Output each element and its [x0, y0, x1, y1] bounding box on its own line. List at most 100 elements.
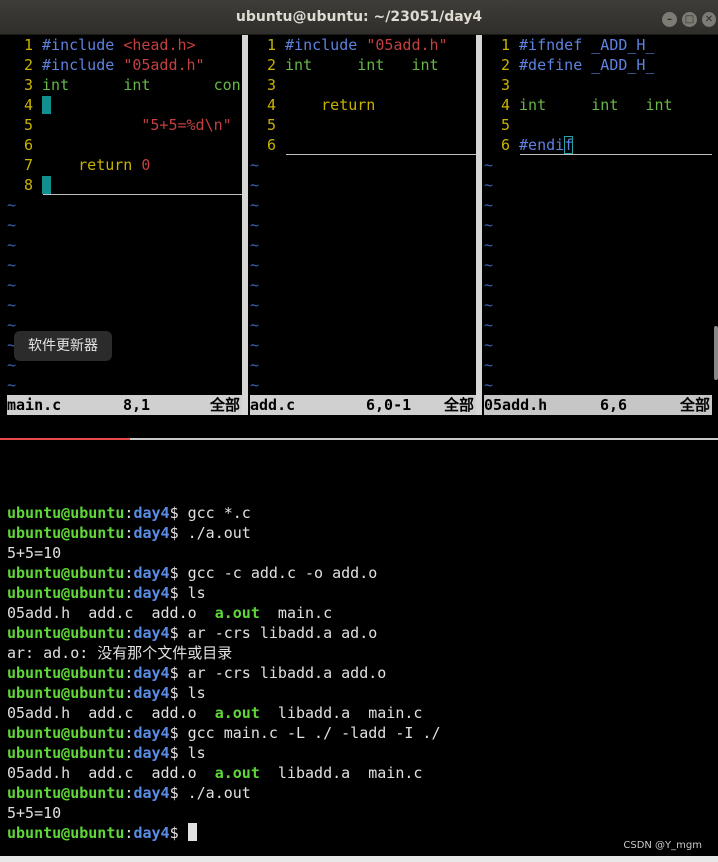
code-token: { — [42, 96, 52, 114]
vim-pane-05add-h[interactable]: 1 #ifndef _ADD_H_ 2 #define _ADD_H_ 3 4 in… — [484, 35, 712, 395]
prompt-symbol: $ — [169, 744, 188, 762]
line-number: 6 — [23, 136, 33, 154]
prompt-path: day4 — [133, 504, 170, 522]
code-line: 1 #include "05add.h" — [250, 35, 476, 55]
status-scope: 全部 — [443, 396, 474, 414]
code-token: return — [321, 96, 376, 114]
empty-line-tilde: ~ — [484, 216, 494, 234]
window-title: ubuntu@ubuntu: ~/23051/day4 — [235, 9, 483, 25]
code-token: "05add.h" — [366, 36, 448, 54]
status-filename: add.c — [250, 396, 296, 414]
empty-line-tilde: ~ — [7, 256, 17, 274]
terminal-command-line: ubuntu@ubuntu:day4$ ./a.out — [7, 523, 717, 543]
executable-file: a.out — [214, 704, 260, 722]
code-token: n); — [672, 96, 709, 114]
command-text: ar -crs libadd.a ad.o — [187, 624, 378, 642]
empty-line-tilde: ~ — [7, 376, 17, 394]
code-line: 1 #ifndef _ADD_H_ — [484, 35, 712, 55]
terminal-output-line: 5+5=10 — [7, 803, 717, 823]
line-number: 4 — [23, 96, 33, 114]
code-token: int — [357, 56, 385, 74]
code-token: f — [564, 136, 574, 154]
code-line: 4 int add(int m,int n); — [484, 95, 712, 115]
command-text: ls — [187, 684, 206, 702]
close-button[interactable]: ✕ — [702, 12, 716, 27]
status-line-05add-h: 05add.h 6,6 全部 — [484, 395, 712, 415]
terminal-output-line: 05add.h add.c add.o a.out main.c — [7, 603, 717, 623]
code-token: "05add.h" — [123, 56, 205, 74]
empty-line-tilde: ~ — [250, 316, 260, 334]
gutter-space — [33, 36, 42, 54]
vertical-split-separator[interactable] — [242, 35, 248, 415]
line-number: 2 — [266, 56, 276, 74]
code-token: add( — [546, 96, 592, 114]
prompt-symbol: $ — [169, 624, 188, 642]
code-line: 2 #define _ADD_H_ — [484, 55, 712, 75]
prompt-user: ubuntu@ubuntu — [7, 744, 125, 762]
output-text: 05add.h add.c add.o — [7, 704, 215, 722]
pane-divider[interactable] — [0, 438, 718, 440]
executable-file: a.out — [214, 604, 260, 622]
code-line: 4 return m+n; — [250, 95, 476, 115]
prompt-symbol: $ — [169, 724, 188, 742]
terminal-cursor[interactable] — [187, 823, 197, 841]
command-text: ./a.out — [187, 784, 251, 802]
code-token: int — [42, 76, 70, 94]
terminal-command-line: ubuntu@ubuntu:day4$ ls — [7, 743, 717, 763]
prompt-path: day4 — [133, 744, 170, 762]
prompt-symbol: $ — [169, 784, 188, 802]
code-line: 3 — [484, 75, 712, 95]
terminal-output-line: 5+5=10 — [7, 543, 717, 563]
code-token: int — [519, 96, 547, 114]
code-token: #include — [42, 56, 124, 74]
empty-line-tilde: ~ — [250, 356, 260, 374]
terminal-command-line: ubuntu@ubuntu:day4$ gcc *.c — [7, 503, 717, 523]
minimize-button[interactable]: – — [662, 12, 677, 27]
code-line: 4 { — [7, 95, 242, 115]
output-text: 5+5=10 — [7, 804, 62, 822]
code-token: m+n; — [375, 96, 421, 114]
empty-line-tilde: ~ — [250, 216, 260, 234]
terminal-command-line: ubuntu@ubuntu:day4$ gcc main.c -L ./ -la… — [7, 723, 717, 743]
code-token: #endi — [519, 136, 565, 154]
command-text: ./a.out — [187, 524, 251, 542]
gutter-space — [33, 136, 42, 154]
code-token: int — [123, 76, 151, 94]
terminal-command-line: ubuntu@ubuntu:day4$ ar -crs libadd.a ad.… — [7, 623, 717, 643]
vim-pane-add-c[interactable]: 1 #include "05add.h" 2 int add(int m,int … — [250, 35, 476, 395]
prompt-user: ubuntu@ubuntu — [7, 724, 125, 742]
scrollbar[interactable] — [714, 326, 718, 380]
terminal-command-line: ubuntu@ubuntu:day4$ ls — [7, 683, 717, 703]
gutter-space — [510, 36, 519, 54]
code-line: 3 { — [250, 75, 476, 95]
gutter-space — [33, 76, 42, 94]
output-text: libadd.a main.c — [259, 764, 423, 782]
empty-line-tilde: ~ — [484, 376, 494, 394]
prompt-user: ubuntu@ubuntu — [7, 504, 125, 522]
line-number: 3 — [23, 76, 33, 94]
line-number: 5 — [23, 116, 33, 134]
vertical-split-separator[interactable] — [476, 35, 482, 415]
gutter-space — [276, 116, 285, 134]
empty-line-tilde: ~ — [7, 296, 17, 314]
gutter-space — [510, 116, 519, 134]
prompt-user: ubuntu@ubuntu — [7, 784, 125, 802]
prompt-symbol: $ — [169, 824, 188, 842]
prompt-symbol: $ — [169, 584, 188, 602]
title-bar[interactable]: ubuntu@ubuntu: ~/23051/day4 – □ ✕ — [0, 0, 718, 35]
code-token: main( — [69, 76, 124, 94]
gutter-space — [510, 96, 519, 114]
bottom-bar — [0, 856, 718, 862]
terminal-command-line: ubuntu@ubuntu:day4$ ar -crs libadd.a add… — [7, 663, 717, 683]
output-text: 05add.h add.c add.o — [7, 764, 215, 782]
code-token: , — [231, 116, 241, 134]
output-text: 5+5=10 — [7, 544, 62, 562]
gutter-space — [276, 96, 285, 114]
command-text: gcc *.c — [187, 504, 251, 522]
gutter-space — [33, 96, 42, 114]
empty-line-tilde: ~ — [250, 176, 260, 194]
maximize-button[interactable]: □ — [682, 12, 697, 27]
terminal-output[interactable]: ubuntu@ubuntu:day4$ gcc *.c ubuntu@ubuntu… — [7, 503, 717, 843]
code-line: 5 — [484, 115, 712, 135]
